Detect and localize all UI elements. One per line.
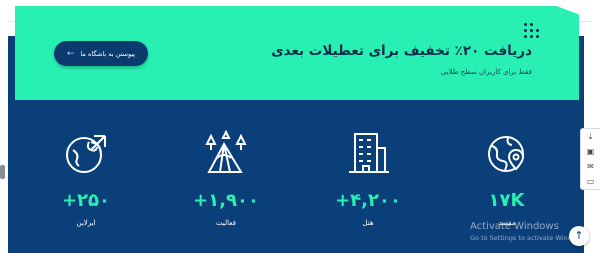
tent-trees-icon [205, 129, 247, 173]
stat-destination: ۱۷K مقصد [452, 128, 562, 227]
stat-value: ۱۷K [488, 190, 526, 211]
stat-label: فعالیت [216, 219, 236, 227]
join-club-button[interactable]: پیوستن به باشگاه ما ← [54, 41, 148, 66]
scroll-to-top-button[interactable]: ↑ [569, 226, 589, 246]
stat-value: +۱,۹۰۰ [193, 190, 259, 211]
mail-icon[interactable]: ✉ [581, 159, 600, 174]
globe-pin-icon [488, 136, 525, 172]
arrow-up-icon: ↑ [574, 229, 584, 242]
stat-activity: +۱,۹۰۰ فعالیت [171, 128, 281, 227]
airplane-globe-icon [66, 135, 106, 173]
activation-title: Activate Windows [470, 221, 559, 232]
promo-subtitle: فقط برای کاربران سطح طلایی [440, 68, 532, 76]
laptop-icon[interactable]: ▭ [581, 174, 600, 189]
arrow-left-icon: ← [66, 48, 75, 59]
join-club-button-label: پیوستن به باشگاه ما [80, 49, 136, 58]
stat-airline: +۲۵۰ ایرلاین [31, 128, 141, 227]
image-icon[interactable]: ▣ [581, 144, 600, 159]
dots-grid-icon [524, 23, 540, 41]
stat-value: +۲۵۰ [61, 190, 111, 211]
page-scrollbar-thumb[interactable] [0, 165, 5, 179]
stat-label: ایرلاین [76, 219, 96, 227]
stat-hotel: +۴,۲۰۰ هتل [313, 128, 423, 227]
download-icon[interactable]: ⤓ [581, 129, 600, 144]
side-toolbar: ⤓ ▣ ✉ ▭ [580, 128, 600, 190]
stat-label: هتل [362, 219, 374, 227]
promo-title: دریافت ۲۰٪ تخفیف برای تعطیلات بعدی [271, 43, 532, 59]
stat-value: +۴,۲۰۰ [335, 190, 401, 211]
hotel-building-icon [349, 133, 389, 173]
